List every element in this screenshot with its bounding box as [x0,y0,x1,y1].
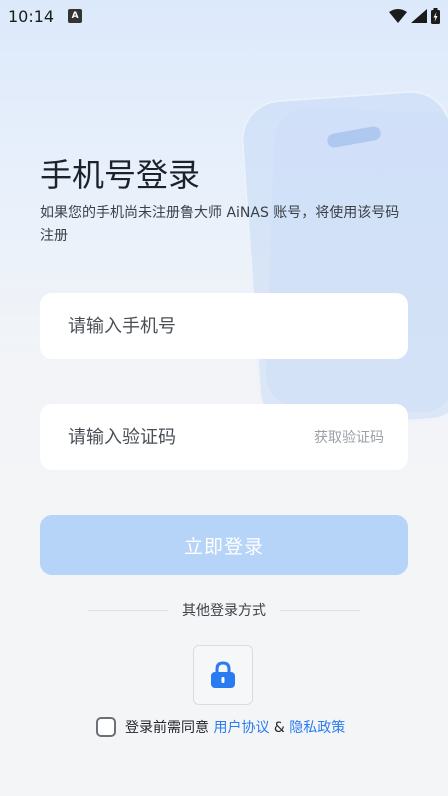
agreement-prefix: 登录前需同意 [125,720,209,736]
other-login-label: 其他登录方式 [182,603,266,619]
battery-icon [431,8,440,24]
code-input[interactable] [66,425,290,449]
lock-login-button[interactable] [193,645,253,705]
status-time: 10:14 [8,6,55,26]
divider-line-left [88,609,168,611]
wifi-icon [389,9,407,23]
divider-line-right [280,609,360,611]
phone-illustration-inner [264,106,448,414]
phone-field[interactable] [40,293,408,359]
page-subtitle: 如果您的手机尚未注册鲁大师 AiNAS 账号，将使用该号码注册 [40,205,400,244]
notification-icon: A [68,9,83,23]
signal-icon [411,9,427,23]
agreement-separator: & [273,720,285,736]
privacy-policy-link[interactable]: 隐私政策 [289,720,345,736]
status-bar: 10:14 A [0,0,448,32]
other-login-divider: 其他登录方式 [88,600,360,620]
user-agreement-link[interactable]: 用户协议 [213,720,269,736]
code-field[interactable]: 获取验证码 [40,404,408,470]
agreement-checkbox[interactable] [96,717,116,737]
get-code-button[interactable]: 获取验证码 [314,427,384,447]
agreement-row: 登录前需同意 用户协议 & 隐私政策 [96,714,345,740]
login-button[interactable]: 立即登录 [40,515,408,575]
page-title: 手机号登录 [40,156,201,194]
phone-input[interactable] [66,314,290,338]
lock-icon [211,661,235,688]
